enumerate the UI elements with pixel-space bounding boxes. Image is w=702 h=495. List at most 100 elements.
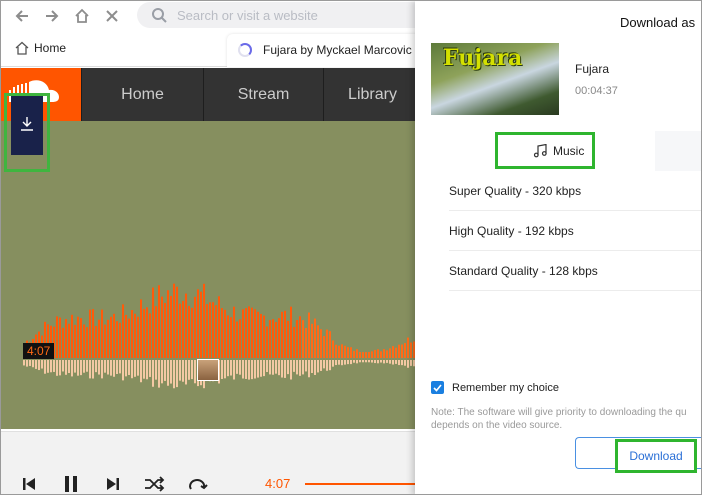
remember-checkbox[interactable] xyxy=(431,381,444,394)
waveform-bar xyxy=(374,349,376,358)
player-current-time: 4:07 xyxy=(265,476,291,491)
download-button[interactable]: Download xyxy=(615,439,697,473)
back-arrow-icon[interactable] xyxy=(11,5,33,27)
waveform-reflection-bar xyxy=(284,360,286,378)
waveform-reflection-bar xyxy=(239,360,241,375)
waveform-bar xyxy=(80,318,82,358)
forward-arrow-icon[interactable] xyxy=(41,5,63,27)
waveform-reflection-bar xyxy=(296,360,298,375)
note-line-2: depends on the video source. xyxy=(431,420,563,431)
close-icon[interactable] xyxy=(101,5,123,27)
quality-option-super[interactable]: Super Quality - 320 kbps xyxy=(449,171,701,211)
waveform-bar xyxy=(308,312,310,358)
remember-label: Remember my choice xyxy=(452,381,559,394)
waveform-reflection-bar xyxy=(272,360,274,375)
waveform-reflection-bar xyxy=(131,360,133,379)
waveform-bar xyxy=(215,305,217,358)
waveform-bar xyxy=(299,316,301,358)
waveform-reflection-bar xyxy=(344,360,346,365)
waveform-reflection-bar xyxy=(398,360,400,366)
waveform-reflection-bar xyxy=(410,360,412,366)
waveform-bar xyxy=(257,311,259,358)
waveform-reflection-bar xyxy=(65,360,67,375)
waveform-reflection-bar xyxy=(167,360,169,386)
waveform-reflection-bar xyxy=(152,360,154,387)
waveform-reflection-bar xyxy=(98,360,100,375)
waveform-reflection-bar xyxy=(275,360,277,374)
waveform-reflection-bar xyxy=(146,360,148,380)
commenter-avatar[interactable] xyxy=(197,359,219,381)
sc-nav-library[interactable]: Library xyxy=(323,68,421,121)
waveform-bar xyxy=(230,317,232,358)
waveform-bar xyxy=(395,347,397,358)
progress-bar[interactable] xyxy=(305,483,421,485)
waveform-bar xyxy=(95,326,97,358)
waveform-bar xyxy=(275,321,277,358)
tab-home-label: Home xyxy=(34,41,67,55)
waveform-bar xyxy=(404,342,406,358)
waveform-bar xyxy=(362,352,364,358)
sc-nav-stream[interactable]: Stream xyxy=(203,68,323,121)
waveform-reflection-bar xyxy=(305,360,307,372)
waveform-reflection-bar xyxy=(302,360,304,375)
waveform-reflection-bar xyxy=(371,360,373,363)
quality-list: Super Quality - 320 kbps High Quality - … xyxy=(431,171,701,369)
waveform-bar xyxy=(221,308,223,358)
waveform-bar xyxy=(83,324,85,358)
home-tab-icon xyxy=(15,41,29,55)
tab-active-page[interactable]: Fujara by Myckael Marcovic xyxy=(227,34,427,67)
waveform-time: 4:07 xyxy=(23,343,55,359)
tab-home[interactable]: Home xyxy=(15,41,66,55)
waveform-bar xyxy=(305,327,307,358)
waveform-bar xyxy=(242,309,244,358)
waveform-bar xyxy=(104,324,106,358)
waveform-reflection-bar xyxy=(407,360,409,368)
waveform-reflection-bar xyxy=(149,360,151,377)
waveform-reflection-bar xyxy=(188,360,190,380)
waveform-bar xyxy=(182,300,184,358)
pause-icon[interactable] xyxy=(61,473,81,494)
address-bar[interactable]: Search or visit a website xyxy=(137,2,427,28)
home-icon[interactable] xyxy=(71,5,93,27)
waveform-bar xyxy=(59,317,61,358)
waveform[interactable] xyxy=(1,121,421,429)
waveform-bar xyxy=(398,344,400,358)
waveform-reflection-bar xyxy=(89,360,91,379)
waveform-bar xyxy=(107,319,109,358)
waveform-bar xyxy=(206,304,208,358)
waveform-reflection-bar xyxy=(368,360,370,363)
waveform-bar xyxy=(353,350,355,358)
waveform-reflection-bar xyxy=(380,360,382,363)
quality-option-standard[interactable]: Standard Quality - 128 kbps xyxy=(449,251,701,291)
waveform-bar xyxy=(248,306,250,358)
waveform-reflection-bar xyxy=(164,360,166,381)
waveform-bar xyxy=(92,309,94,358)
repeat-icon[interactable] xyxy=(185,473,209,494)
skip-previous-icon[interactable] xyxy=(19,473,39,494)
waveform-bar xyxy=(302,320,304,358)
sc-nav-home[interactable]: Home xyxy=(81,68,203,121)
waveform-reflection-bar xyxy=(233,360,235,380)
waveform-reflection-bar xyxy=(401,360,403,366)
skip-next-icon[interactable] xyxy=(103,473,123,494)
waveform-reflection-bar xyxy=(83,360,85,373)
remember-choice[interactable]: Remember my choice xyxy=(431,381,559,394)
waveform-reflection-bar xyxy=(281,360,283,378)
waveform-bar xyxy=(116,321,118,358)
waveform-reflection-bar xyxy=(230,360,232,376)
waveform-reflection-bar xyxy=(68,360,70,374)
waveform-bar xyxy=(287,320,289,358)
waveform-bar xyxy=(278,318,280,358)
waveform-reflection-bar xyxy=(137,360,139,376)
waveform-bar xyxy=(176,286,178,358)
waveform-reflection-bar xyxy=(251,360,253,380)
waveform-reflection-bar xyxy=(290,360,292,380)
waveform-bar xyxy=(140,299,142,358)
waveform-bar xyxy=(200,291,202,358)
waveform-reflection-bar xyxy=(323,360,325,369)
waveform-reflection-bar xyxy=(317,360,319,373)
shuffle-icon[interactable] xyxy=(143,473,167,494)
quality-option-high[interactable]: High Quality - 192 kbps xyxy=(449,211,701,251)
waveform-reflection-bar xyxy=(389,360,391,364)
waveform-reflection-bar xyxy=(263,360,265,377)
